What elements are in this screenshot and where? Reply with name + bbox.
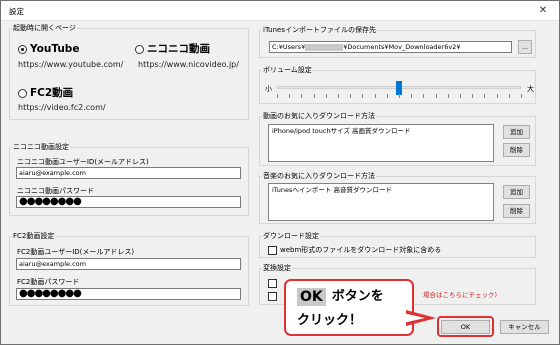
niconico-url: https://www.nicovideo.jp/	[138, 60, 239, 69]
slider-tick	[399, 94, 400, 98]
slider-tick	[289, 94, 291, 98]
fc2-user-label: FC2動画ユーザーID(メールアドレス)	[17, 248, 135, 256]
volume-max-label: 大	[527, 85, 534, 93]
slider-tick	[472, 94, 474, 98]
callout-line-1: OK ボタンを	[297, 288, 384, 306]
checkbox-icon	[268, 245, 277, 255]
slider-tick	[338, 94, 339, 98]
fc2-password-field[interactable]: ●●●●●●●●	[16, 288, 241, 300]
slider-tick	[386, 94, 388, 98]
radio-fc2-label: FC2動画	[30, 87, 74, 99]
convert-checkbox-1[interactable]	[268, 279, 277, 288]
ok-button-highlight	[437, 316, 494, 337]
startup-group-title: 起動時に開くページ	[12, 24, 77, 33]
checkbox-icon	[268, 279, 277, 288]
radio-youtube[interactable]: YouTube	[18, 43, 79, 55]
radio-niconico-label: ニコニコ動画	[147, 43, 210, 55]
music-delete-button[interactable]: 削除	[503, 204, 530, 218]
download-group-title: ダウンロード設定	[262, 232, 320, 241]
checkbox-icon	[268, 292, 277, 301]
callout-ok-chip: OK	[297, 288, 326, 306]
callout-text-2: クリック！	[297, 313, 363, 328]
slider-tick	[435, 94, 437, 98]
slider-tick	[374, 94, 376, 98]
slider-tick	[411, 94, 413, 98]
volume-slider-thumb[interactable]	[396, 81, 402, 95]
window-title: 設定	[9, 7, 24, 16]
niconico-group-title: ニコニコ動画設定	[12, 143, 70, 152]
convert-note: 場合はこちらにチェック)	[423, 291, 498, 299]
music-add-button[interactable]: 追加	[503, 185, 530, 199]
slider-tick	[496, 94, 498, 98]
slider-tick	[362, 94, 364, 98]
slider-tick	[508, 94, 510, 98]
convert-checkbox-2[interactable]	[268, 292, 277, 301]
slider-tick	[277, 94, 278, 98]
webm-checkbox[interactable]: webm形式のファイルをダウンロード対象に含める	[268, 245, 441, 255]
close-icon[interactable]: ✕	[531, 3, 555, 18]
video-delete-button[interactable]: 削除	[503, 143, 530, 157]
slider-tick	[521, 94, 522, 98]
volume-min-label: 小	[265, 85, 272, 93]
itunes-path-suffix: ¥Documents¥Mov_Downloader6v2¥	[343, 43, 461, 51]
cancel-button[interactable]: キャンセル	[500, 320, 549, 334]
fc2-pass-label: FC2動画パスワード	[17, 278, 80, 286]
radio-selected-icon	[18, 44, 27, 54]
callout-text-1: ボタンを	[331, 289, 384, 304]
slider-tick	[350, 94, 352, 98]
radio-youtube-label: YouTube	[30, 43, 80, 55]
slider-tick	[325, 94, 327, 98]
video-fav-group-title: 動画のお気に入りダウンロード方法	[262, 112, 376, 121]
radio-fc2[interactable]: FC2動画	[18, 87, 73, 99]
list-item[interactable]: iTunesへインポート 高音質ダウンロード	[272, 186, 490, 195]
radio-niconico[interactable]: ニコニコ動画	[135, 43, 210, 55]
convert-group-title: 変換設定	[262, 264, 292, 273]
fc2-group-title: FC2動画設定	[12, 232, 56, 241]
music-fav-group-title: 音楽のお気に入りダウンロード方法	[262, 172, 376, 181]
slider-tick	[313, 94, 315, 98]
fc2-url: https://video.fc2.com/	[18, 103, 106, 112]
video-add-button[interactable]: 追加	[503, 125, 530, 139]
radio-unselected-icon	[18, 88, 27, 98]
itunes-path-prefix: C:¥Users¥	[272, 43, 306, 51]
niconico-user-field[interactable]: aiaru@example.com	[16, 167, 241, 179]
slider-tick	[460, 94, 461, 98]
webm-checkbox-label: webm形式のファイルをダウンロード対象に含める	[280, 246, 442, 254]
radio-unselected-icon	[135, 44, 144, 54]
list-item[interactable]: iPhone/ipod touchサイズ 高画質ダウンロード	[272, 127, 490, 136]
redacted-username	[305, 43, 344, 51]
title-bar: 設定 ✕	[1, 1, 559, 21]
slider-tick	[301, 94, 303, 98]
video-fav-list[interactable]: iPhone/ipod touchサイズ 高画質ダウンロード	[268, 124, 494, 162]
music-fav-list[interactable]: iTunesへインポート 高音質ダウンロード	[268, 183, 494, 221]
slider-tick	[423, 94, 425, 98]
browse-button[interactable]: ...	[518, 40, 532, 54]
youtube-url: https://www.youtube.com/	[18, 60, 124, 69]
niconico-user-label: ニコニコ動画ユーザーID(メールアドレス)	[17, 158, 149, 166]
itunes-group-title: iTunesインポートファイルの保存先	[262, 26, 377, 35]
itunes-path-field[interactable]: C:¥Users¥ ¥Documents¥Mov_Downloader6v2¥	[269, 41, 512, 53]
niconico-pass-label: ニコニコ動画パスワード	[17, 187, 94, 195]
niconico-password-field[interactable]: ●●●●●●●●	[16, 196, 241, 208]
volume-group-title: ボリューム設定	[262, 66, 313, 75]
slider-tick	[447, 94, 449, 98]
slider-tick	[484, 94, 486, 98]
fc2-user-field[interactable]: aiaru@example.com	[16, 258, 241, 270]
callout-tail-inner	[403, 313, 425, 323]
